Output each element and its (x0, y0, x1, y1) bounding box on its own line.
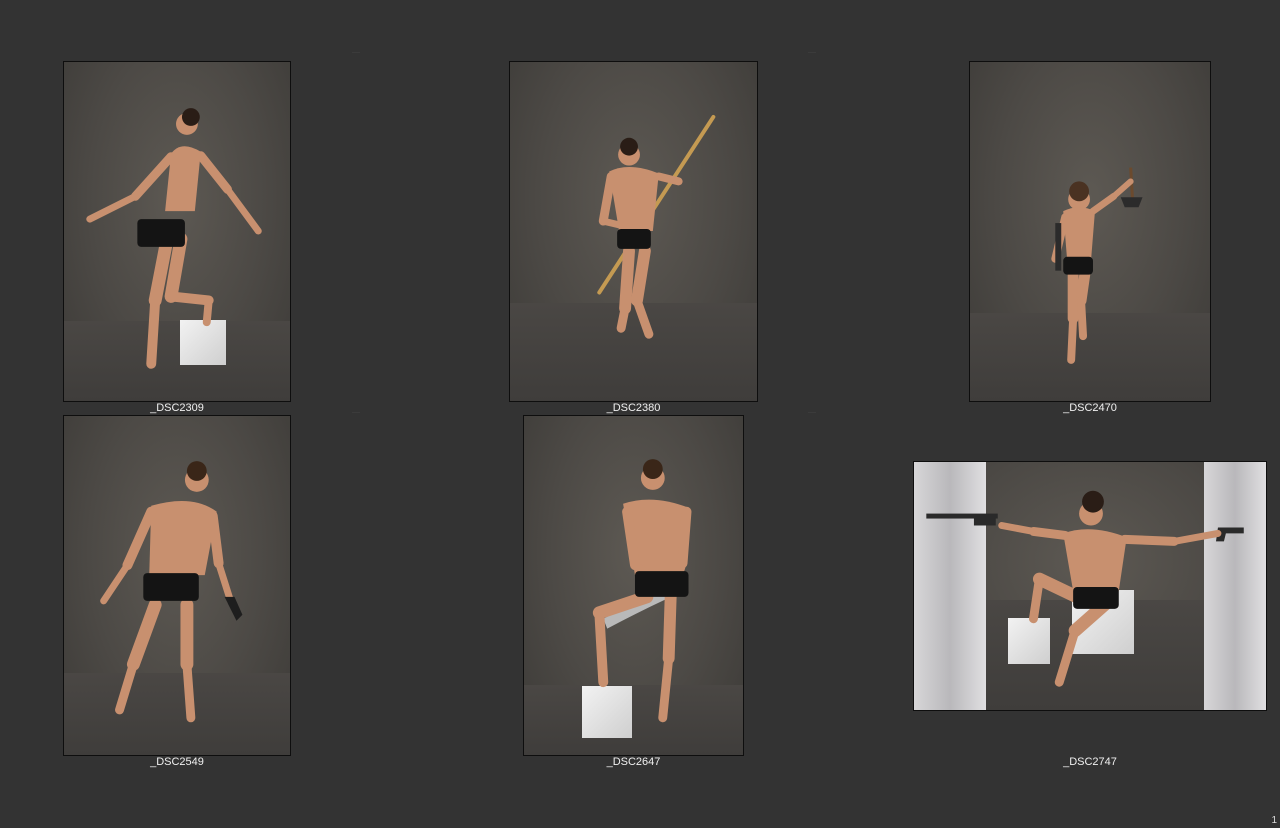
photo-caption-1: _DSC2309 (150, 402, 204, 414)
posing-figure (926, 490, 1244, 687)
photo-thumbnail-5[interactable] (523, 415, 744, 756)
posing-figure (100, 461, 243, 723)
photo-caption-4: _DSC2549 (150, 756, 204, 768)
photo-caption-3: _DSC2470 (1063, 402, 1117, 414)
photo-thumbnail-1[interactable] (63, 61, 291, 402)
photo-caption-2: _DSC2380 (606, 402, 661, 414)
posing-figure (592, 459, 692, 723)
crop-mark (352, 52, 360, 53)
posing-figure (86, 108, 262, 369)
posing-figure (597, 114, 716, 339)
pistol-icon (224, 596, 243, 621)
photo-caption-5: _DSC2647 (606, 756, 661, 768)
photo-thumbnail-4[interactable] (63, 415, 291, 756)
photo-thumbnail-2[interactable] (509, 61, 758, 402)
crop-mark (808, 52, 816, 53)
shotgun-icon (926, 513, 998, 526)
photo-thumbnail-3[interactable] (969, 61, 1211, 402)
posing-figure (1051, 167, 1143, 364)
crop-mark (352, 412, 360, 413)
contact-sheet: _DSC2309 _DSC2380 _DSC2470 _DSC2549 _DSC… (0, 0, 1280, 828)
photo-caption-6: _DSC2747 (1063, 756, 1117, 768)
photo-thumbnail-6[interactable] (913, 461, 1267, 711)
crop-mark (808, 412, 816, 413)
page-number: 1 (1271, 815, 1277, 826)
